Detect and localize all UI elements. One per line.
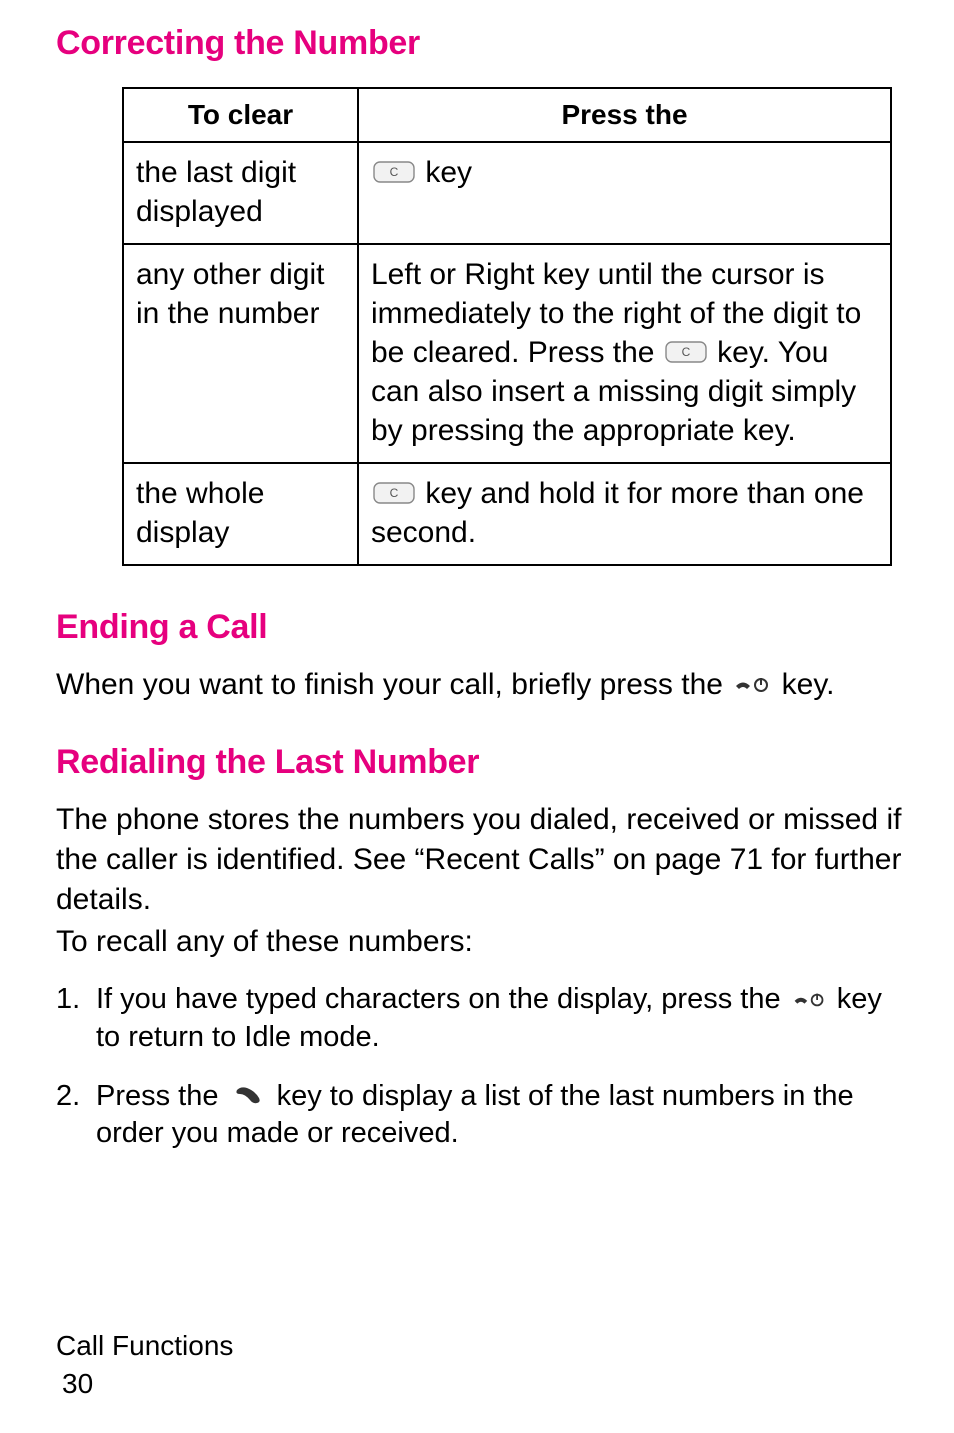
page-footer: Call Functions 30 (56, 1327, 233, 1403)
send-key-icon (231, 1084, 265, 1106)
c-key-icon: C (373, 482, 415, 504)
heading-redialing: Redialing the Last Number (56, 743, 906, 782)
table-row: the whole display C key and hold it for … (123, 463, 891, 565)
c-key-icon: C (665, 341, 707, 363)
table-cell-press-the: C key and hold it for more than one seco… (358, 463, 891, 565)
table-cell-text: key and hold it for more than one second… (371, 477, 864, 549)
table-row: any other digit in the number Left or Ri… (123, 244, 891, 463)
table-cell-press-the: C key (358, 142, 891, 244)
correcting-table: To clear Press the the last digit displa… (122, 87, 892, 566)
table-cell-to-clear: any other digit in the number (123, 244, 358, 463)
step-text-prefix: If you have typed characters on the disp… (96, 983, 789, 1015)
table-header-press-the: Press the (358, 88, 891, 142)
table-header-to-clear: To clear (123, 88, 358, 142)
table-header-row: To clear Press the (123, 88, 891, 142)
ending-call-paragraph: When you want to finish your call, brief… (56, 665, 906, 705)
ending-text-prefix: When you want to finish your call, brief… (56, 668, 731, 701)
ending-text-suffix: key. (773, 668, 834, 701)
list-number: 2. (56, 1078, 96, 1152)
list-content: If you have typed characters on the disp… (96, 981, 906, 1055)
heading-ending-call: Ending a Call (56, 608, 906, 647)
svg-text:C: C (390, 486, 399, 500)
list-item: 1. If you have typed characters on the d… (56, 981, 906, 1055)
heading-correcting-number: Correcting the Number (56, 24, 906, 63)
c-key-icon: C (373, 161, 415, 183)
redial-intro: To recall any of these numbers: (56, 922, 906, 962)
list-number: 1. (56, 981, 96, 1055)
footer-section-name: Call Functions (56, 1327, 233, 1365)
redial-steps-list: 1. If you have typed characters on the d… (56, 981, 906, 1151)
table-cell-press-the: Left or Right key until the cursor is im… (358, 244, 891, 463)
redial-paragraph: The phone stores the numbers you dialed,… (56, 800, 906, 920)
svg-text:C: C (681, 345, 690, 359)
end-power-icon (733, 675, 771, 695)
svg-text:C: C (390, 165, 399, 179)
list-content: Press the key to display a list of the l… (96, 1078, 906, 1152)
step-text-prefix: Press the (96, 1080, 227, 1112)
table-cell-text: key (417, 156, 472, 189)
footer-page-number: 30 (62, 1365, 233, 1403)
table-cell-to-clear: the whole display (123, 463, 358, 565)
table-cell-to-clear: the last digit displayed (123, 142, 358, 244)
list-item: 2. Press the key to display a list of th… (56, 1078, 906, 1152)
end-power-icon (791, 991, 827, 1009)
table-row: the last digit displayed C key (123, 142, 891, 244)
